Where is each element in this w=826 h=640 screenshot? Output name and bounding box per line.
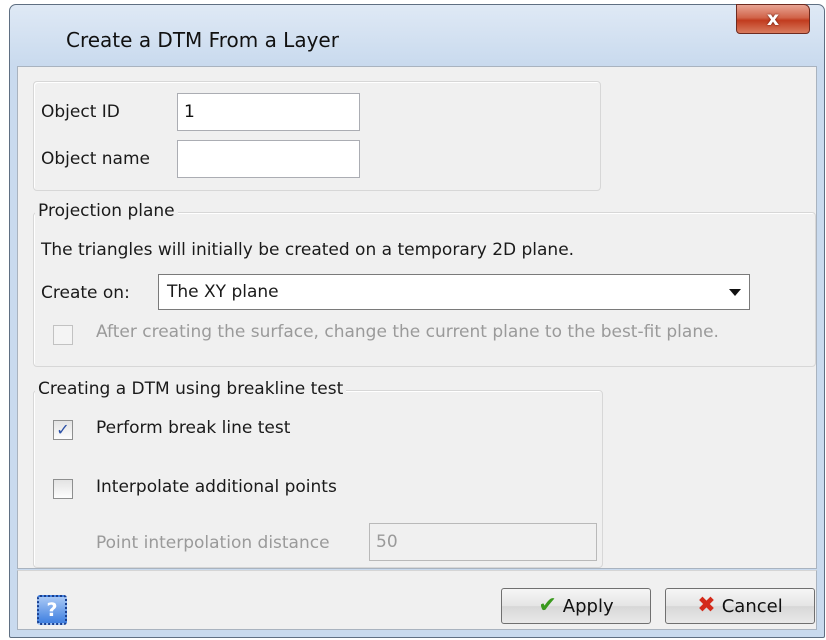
cancel-label: Cancel xyxy=(721,595,783,617)
bestfit-checkbox[interactable] xyxy=(53,325,73,345)
object-id-field[interactable]: 1 xyxy=(177,93,360,131)
apply-label: Apply xyxy=(562,595,614,617)
perform-breakline-label: Perform break line test xyxy=(96,418,291,438)
close-icon: x xyxy=(766,8,780,30)
interpolate-points-label: Interpolate additional points xyxy=(96,477,337,497)
breakline-legend: Creating a DTM using breakline test xyxy=(35,379,347,399)
interpolation-distance-label: Point interpolation distance xyxy=(96,533,330,553)
checkmark-icon: ✔ xyxy=(538,593,557,618)
interpolation-distance-field[interactable]: 50 xyxy=(369,523,597,561)
x-mark-icon: ✖ xyxy=(697,593,716,618)
close-button[interactable]: x xyxy=(736,4,810,34)
create-on-label: Create on: xyxy=(41,283,130,303)
projection-description: The triangles will initially be created … xyxy=(41,240,575,260)
object-name-label: Object name xyxy=(41,149,150,169)
cancel-button[interactable]: ✖ Cancel xyxy=(665,588,815,624)
apply-button[interactable]: ✔ Apply xyxy=(501,588,651,624)
help-button[interactable]: ? xyxy=(37,595,67,625)
object-id-label: Object ID xyxy=(41,102,120,122)
projection-plane-legend: Projection plane xyxy=(35,201,178,221)
chevron-down-icon[interactable] xyxy=(729,289,741,296)
bestfit-label: After creating the surface, change the c… xyxy=(96,322,719,342)
interpolate-points-checkbox[interactable] xyxy=(53,479,73,499)
create-on-select[interactable]: The XY plane xyxy=(158,274,750,310)
create-on-value: The XY plane xyxy=(167,282,279,302)
perform-breakline-checkbox[interactable]: ✓ xyxy=(53,420,73,440)
help-icon: ? xyxy=(46,599,58,621)
object-name-field[interactable] xyxy=(177,140,360,178)
dialog-title: Create a DTM From a Layer xyxy=(66,28,339,52)
